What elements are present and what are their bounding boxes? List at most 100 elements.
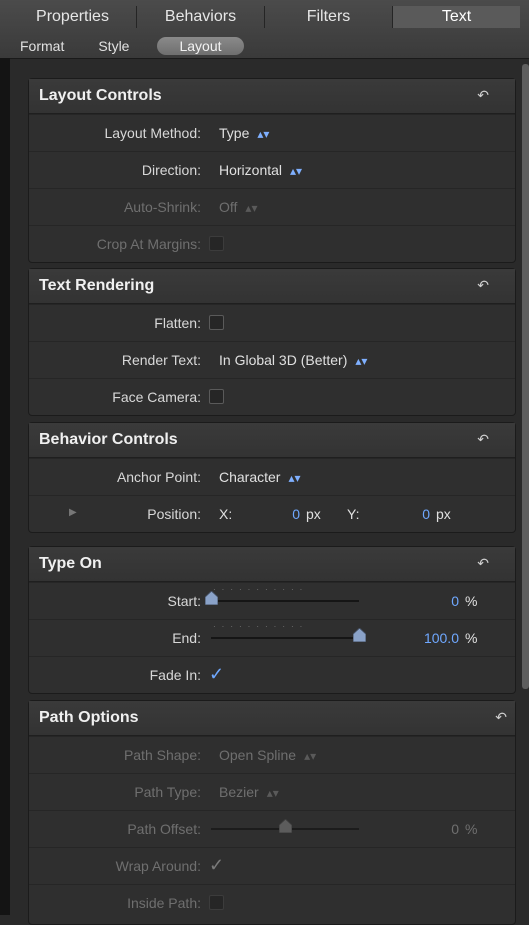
left-edge xyxy=(0,58,10,915)
panel-title: Layout Controls xyxy=(39,87,162,104)
inspector-tabs: Properties Behaviors Filters Text xyxy=(9,6,520,28)
end-slider-thumb[interactable] xyxy=(353,628,366,642)
render-text-value: In Global 3D (Better) xyxy=(219,352,348,368)
subtab-format[interactable]: Format xyxy=(20,38,64,54)
position-x-value[interactable]: 0 xyxy=(274,506,300,522)
inspector-header: Properties Behaviors Filters Text Format… xyxy=(0,0,529,59)
layout-method-popup[interactable]: Type ▴▾ xyxy=(219,125,269,141)
crop-at-margins-row: Crop At Margins: xyxy=(29,225,515,262)
start-value[interactable]: 0 xyxy=(379,593,459,609)
render-text-row: Render Text: In Global 3D (Better) ▴▾ xyxy=(29,341,515,378)
reset-arrow-icon[interactable]: ↶ xyxy=(477,277,489,294)
updown-arrows-icon: ▴▾ xyxy=(304,749,317,763)
updown-arrows-icon: ▴▾ xyxy=(290,164,303,178)
tab-text[interactable]: Text xyxy=(393,6,520,28)
position-row: ▶ Position: X: 0 px Y: 0 px xyxy=(29,495,515,532)
auto-shrink-popup: Off ▴▾ xyxy=(219,199,257,215)
path-shape-value: Open Spline xyxy=(219,747,297,763)
updown-arrows-icon: ▴▾ xyxy=(245,201,258,215)
type-on-panel: Type On ↶ Start: ··········· 0 % End: ··… xyxy=(28,546,516,694)
fade-in-label: Fade In: xyxy=(149,667,201,683)
end-label: End: xyxy=(172,630,201,646)
disclosure-triangle-icon[interactable]: ▶ xyxy=(69,507,77,518)
panel-title: Behavior Controls xyxy=(39,431,178,448)
tab-behaviors[interactable]: Behaviors xyxy=(137,6,265,28)
updown-arrows-icon: ▴▾ xyxy=(266,786,279,800)
panel-title: Type On xyxy=(39,555,102,572)
position-y-unit: px xyxy=(436,506,451,522)
anchor-point-value: Character xyxy=(219,469,281,485)
subtab-style[interactable]: Style xyxy=(98,38,129,54)
direction-label: Direction: xyxy=(141,162,201,178)
subtab-layout[interactable]: Layout xyxy=(157,37,244,55)
updown-arrows-icon: ▴▾ xyxy=(288,471,301,485)
position-label: Position: xyxy=(147,506,201,522)
wrap-around-row: Wrap Around: ✓ xyxy=(29,847,515,884)
reset-arrow-icon[interactable]: ↶ xyxy=(477,87,489,104)
path-type-popup: Bezier ▴▾ xyxy=(219,784,279,800)
anchor-point-popup[interactable]: Character ▴▾ xyxy=(219,469,301,485)
direction-row: Direction: Horizontal ▴▾ xyxy=(29,151,515,188)
path-options-panel: Path Options ↶ Path Shape: Open Spline ▴▾… xyxy=(28,700,516,925)
path-offset-row: Path Offset: 0 % xyxy=(29,810,515,847)
path-offset-label: Path Offset: xyxy=(127,821,201,837)
layout-method-row: Layout Method: Type ▴▾ xyxy=(29,114,515,151)
path-offset-value: 0 xyxy=(451,821,459,837)
reset-arrow-icon[interactable]: ↶ xyxy=(477,431,489,448)
inside-path-label: Inside Path: xyxy=(127,895,201,911)
auto-shrink-value: Off xyxy=(219,199,238,215)
fade-in-checkbox[interactable]: ✓ xyxy=(209,664,224,685)
anchor-point-row: Anchor Point: Character ▴▾ xyxy=(29,458,515,495)
flatten-label: Flatten: xyxy=(154,315,201,331)
face-camera-checkbox[interactable] xyxy=(209,389,224,404)
position-x-label: X: xyxy=(219,506,233,522)
wrap-around-label: Wrap Around: xyxy=(115,858,201,874)
position-x-unit: px xyxy=(306,506,321,522)
tab-filters[interactable]: Filters xyxy=(265,6,393,28)
flatten-checkbox[interactable] xyxy=(209,315,224,330)
auto-shrink-row: Auto-Shrink: Off ▴▾ xyxy=(29,188,515,225)
direction-popup[interactable]: Horizontal ▴▾ xyxy=(219,162,302,178)
layout-method-value: Type xyxy=(219,125,250,141)
inside-path-row: Inside Path: xyxy=(29,884,515,921)
direction-value: Horizontal xyxy=(219,162,283,178)
updown-arrows-icon: ▴▾ xyxy=(355,354,368,368)
text-rendering-panel: Text Rendering ↶ Flatten: Render Text: I… xyxy=(28,268,516,416)
vertical-scrollbar[interactable] xyxy=(522,64,529,689)
path-type-value: Bezier xyxy=(219,784,259,800)
end-value[interactable]: 100.0 xyxy=(379,630,459,646)
text-subtabs: Format Style Layout xyxy=(20,36,278,56)
layout-controls-header[interactable]: Layout Controls ↶ xyxy=(29,79,515,114)
crop-at-margins-label: Crop At Margins: xyxy=(96,236,201,252)
type-on-header[interactable]: Type On ↶ xyxy=(29,547,515,582)
crop-at-margins-checkbox xyxy=(209,236,224,251)
start-slider-thumb[interactable] xyxy=(205,591,218,605)
path-shape-label: Path Shape: xyxy=(123,747,201,763)
behavior-controls-header[interactable]: Behavior Controls ↶ xyxy=(29,423,515,458)
behavior-controls-panel: Behavior Controls ↶ Anchor Point: Charac… xyxy=(28,422,516,533)
updown-arrows-icon: ▴▾ xyxy=(257,127,270,141)
text-rendering-header[interactable]: Text Rendering ↶ xyxy=(29,269,515,304)
end-unit: % xyxy=(465,630,478,646)
layout-controls-panel: Layout Controls ↶ Layout Method: Type ▴▾ … xyxy=(28,78,516,263)
reset-arrow-icon[interactable]: ↶ xyxy=(495,709,507,726)
layout-method-label: Layout Method: xyxy=(104,125,201,141)
tab-properties[interactable]: Properties xyxy=(9,6,137,28)
position-y-value[interactable]: 0 xyxy=(404,506,430,522)
wrap-around-checkbox: ✓ xyxy=(209,855,225,875)
anchor-point-label: Anchor Point: xyxy=(116,469,201,485)
inside-path-checkbox xyxy=(209,895,224,910)
path-offset-unit: % xyxy=(465,821,478,837)
flatten-row: Flatten: xyxy=(29,304,515,341)
path-options-header[interactable]: Path Options ↶ xyxy=(29,701,515,736)
path-offset-slider-thumb xyxy=(279,819,292,833)
fade-in-row: Fade In: ✓ xyxy=(29,656,515,693)
start-slider-track[interactable] xyxy=(211,600,359,602)
path-type-label: Path Type: xyxy=(134,784,201,800)
reset-arrow-icon[interactable]: ↶ xyxy=(477,555,489,572)
render-text-popup[interactable]: In Global 3D (Better) ▴▾ xyxy=(219,352,367,368)
panel-title: Path Options xyxy=(39,709,139,726)
face-camera-label: Face Camera: xyxy=(112,389,201,405)
end-slider-track[interactable] xyxy=(211,637,359,639)
panel-title: Text Rendering xyxy=(39,277,155,294)
